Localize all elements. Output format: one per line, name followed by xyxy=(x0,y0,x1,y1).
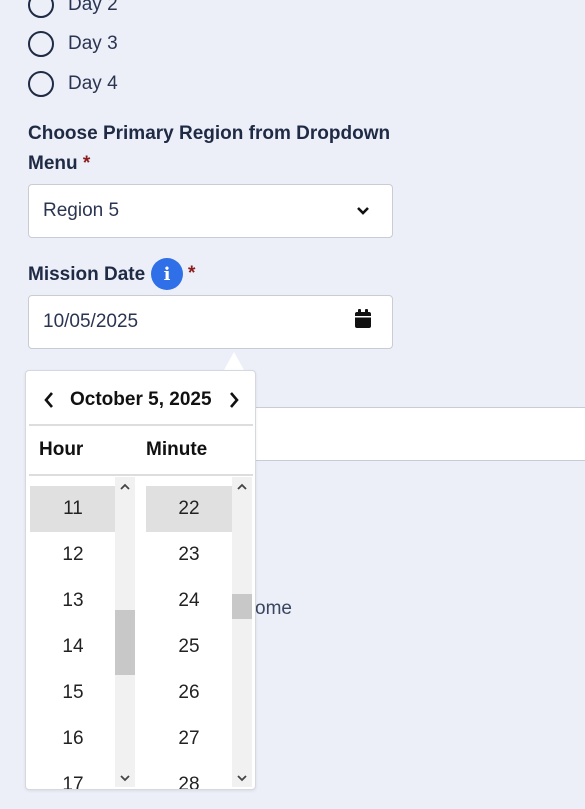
chevron-left-icon xyxy=(44,392,53,408)
region-select-value: Region 5 xyxy=(43,200,120,221)
info-glyph: i xyxy=(163,263,171,285)
picker-title: October 5, 2025 xyxy=(70,389,212,410)
scroll-down-icon[interactable] xyxy=(115,771,135,785)
mission-date-label-text: Mission Date xyxy=(28,264,146,285)
radio-button[interactable] xyxy=(28,71,54,97)
picker-header: October 5, 2025 xyxy=(26,381,255,421)
divider xyxy=(29,474,253,476)
hour-header: Hour xyxy=(39,439,84,460)
calendar-icon[interactable] xyxy=(354,309,372,335)
info-icon[interactable]: i xyxy=(151,258,183,290)
minute-scrollbar[interactable] xyxy=(232,477,252,787)
hour-scrollbar[interactable] xyxy=(115,477,135,787)
scroll-up-icon[interactable] xyxy=(232,479,252,493)
radio-option-day-2[interactable]: Day 2 xyxy=(28,0,118,18)
required-mark: * xyxy=(82,153,91,174)
radio-button[interactable] xyxy=(28,31,54,57)
background-text: ome xyxy=(255,598,292,619)
minute-option[interactable]: 24 xyxy=(146,578,232,624)
region-select[interactable]: Region 5 xyxy=(28,184,393,238)
radio-label: Day 3 xyxy=(68,33,118,54)
hour-list[interactable]: 11 12 13 14 15 16 17 xyxy=(30,486,116,789)
divider xyxy=(29,424,253,426)
hour-option[interactable]: 15 xyxy=(30,670,116,716)
scrollbar-thumb[interactable] xyxy=(232,594,252,620)
hour-option[interactable]: 14 xyxy=(30,624,116,670)
hour-option[interactable]: 12 xyxy=(30,532,116,578)
minute-option[interactable]: 28 xyxy=(146,762,232,789)
required-mark: * xyxy=(188,263,196,284)
next-month-button[interactable] xyxy=(221,387,247,413)
mission-date-value: 10/05/2025 xyxy=(43,311,139,332)
region-label-line2: Menu xyxy=(28,153,78,174)
minute-option[interactable]: 25 xyxy=(146,624,232,670)
hour-option[interactable]: 13 xyxy=(30,578,116,624)
radio-button[interactable] xyxy=(28,0,54,18)
minute-list[interactable]: 22 23 24 25 26 27 28 xyxy=(146,486,232,789)
minute-option[interactable]: 27 xyxy=(146,716,232,762)
minute-option[interactable]: 26 xyxy=(146,670,232,716)
mission-date-input[interactable]: 10/05/2025 xyxy=(28,295,393,349)
hour-option[interactable]: 16 xyxy=(30,716,116,762)
radio-option-day-4[interactable]: Day 4 xyxy=(28,71,118,97)
region-label-line1: Choose Primary Region from Dropdown xyxy=(28,123,391,144)
time-picker-popup: October 5, 2025 Hour Minute 11 12 13 14 15 16… xyxy=(25,370,256,790)
radio-label: Day 2 xyxy=(68,0,118,15)
mission-date-label: Mission Date xyxy=(28,260,145,290)
minute-option[interactable]: 22 xyxy=(146,486,232,532)
hour-option[interactable]: 11 xyxy=(30,486,116,532)
minute-header: Minute xyxy=(146,439,208,460)
chevron-down-icon xyxy=(356,200,370,222)
chevron-right-icon xyxy=(230,392,239,408)
minute-option[interactable]: 23 xyxy=(146,532,232,578)
scroll-down-icon[interactable] xyxy=(232,771,252,785)
radio-label: Day 4 xyxy=(68,73,118,94)
picker-pointer xyxy=(224,352,244,370)
radio-option-day-3[interactable]: Day 3 xyxy=(28,31,118,57)
background-input[interactable] xyxy=(240,407,585,461)
hour-option[interactable]: 17 xyxy=(30,762,116,789)
scrollbar-thumb[interactable] xyxy=(115,610,135,676)
scroll-up-icon[interactable] xyxy=(115,479,135,493)
previous-month-button[interactable] xyxy=(36,387,62,413)
region-label: Choose Primary Region from Dropdown Menu… xyxy=(28,119,390,179)
